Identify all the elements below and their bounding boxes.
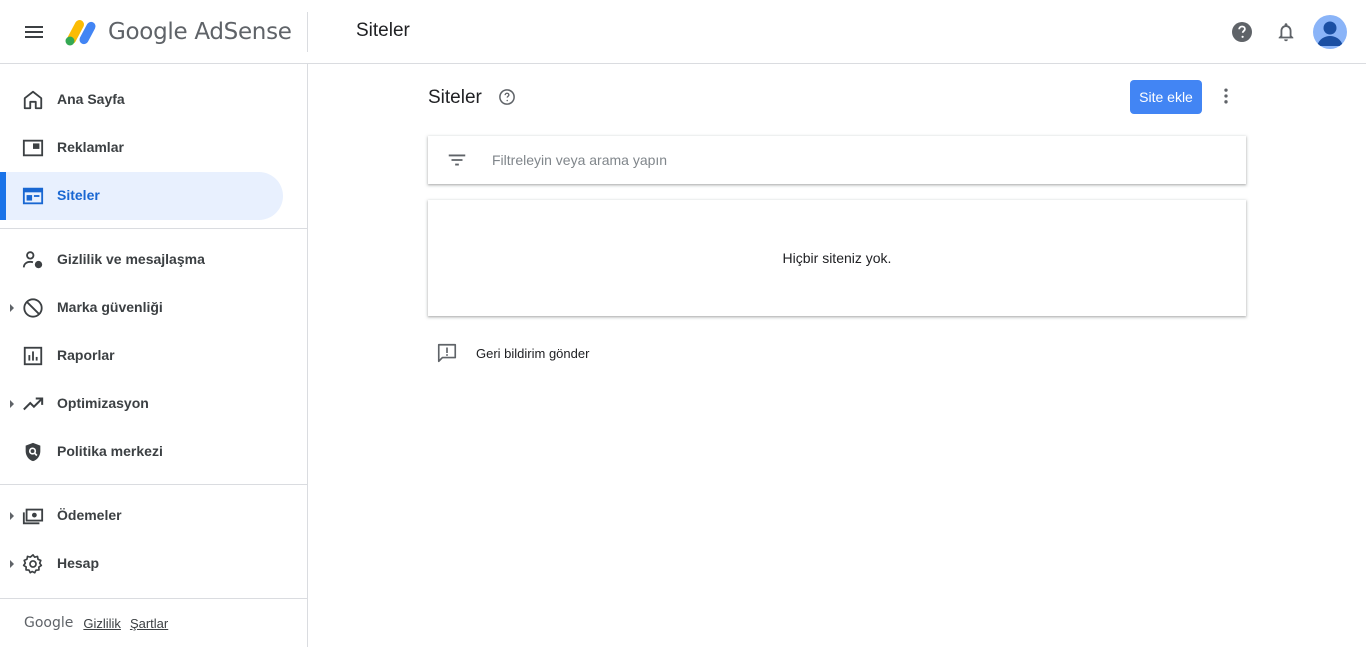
- sidebar-item-account[interactable]: Hesap: [0, 540, 283, 588]
- expand-caret-icon: [10, 512, 14, 520]
- sidebar-footer: Google Gizlilik Şartlar: [24, 615, 177, 631]
- sidebar-item-label: Ödemeler: [57, 507, 122, 523]
- sidebar-item-policy-center[interactable]: Politika merkezi: [0, 428, 283, 476]
- sidebar-item-label: Politika merkezi: [57, 443, 163, 459]
- hamburger-menu-icon: [25, 26, 43, 38]
- privacy-icon: [21, 248, 45, 272]
- sidebar-item-optimization[interactable]: Optimizasyon: [0, 380, 283, 428]
- sidebar-item-sites[interactable]: Siteler: [0, 172, 283, 220]
- sites-icon: [21, 184, 45, 208]
- filter-button[interactable]: [446, 149, 468, 171]
- sidebar-item-brand-safety[interactable]: Marka güvenliği: [0, 284, 283, 332]
- sidebar-item-label: Siteler: [57, 187, 100, 203]
- notifications-button[interactable]: [1270, 16, 1302, 48]
- sidebar-item-label: Gizlilik ve mesajlaşma: [57, 251, 205, 267]
- sidebar-item-privacy[interactable]: Gizlilik ve mesajlaşma: [0, 236, 283, 284]
- policy-shield-icon: [21, 440, 45, 464]
- filter-list-icon: [448, 154, 466, 166]
- page-title: Siteler: [428, 87, 482, 108]
- header-divider: [307, 12, 308, 52]
- reports-icon: [21, 344, 45, 368]
- account-avatar[interactable]: [1313, 15, 1347, 49]
- sidebar-item-label: Hesap: [57, 555, 100, 571]
- trending-up-icon: [21, 392, 45, 416]
- sidebar-item-label: Reklamlar: [57, 139, 124, 155]
- product-name: Google AdSense: [108, 19, 292, 45]
- user-avatar-icon: [1317, 21, 1343, 46]
- sidebar-item-label: Optimizasyon: [57, 395, 149, 411]
- expand-caret-icon: [10, 560, 14, 568]
- sidebar-item-payments[interactable]: Ödemeler: [0, 492, 283, 540]
- payments-icon: [21, 504, 45, 528]
- sidebar-item-ads[interactable]: Reklamlar: [0, 124, 283, 172]
- help-button[interactable]: [1226, 16, 1258, 48]
- sites-list-empty-state: Hiçbir siteniz yok.: [428, 200, 1246, 316]
- header-page-title: Siteler: [356, 20, 410, 41]
- expand-caret-icon: [10, 400, 14, 408]
- top-app-bar: Google AdSense Siteler: [0, 0, 1366, 64]
- empty-state-message: Hiçbir siteniz yok.: [782, 250, 892, 266]
- terms-link[interactable]: Şartlar: [130, 616, 168, 631]
- add-site-button[interactable]: Site ekle: [1130, 80, 1202, 114]
- feedback-label: Geri bildirim gönder: [476, 345, 590, 361]
- filter-bar: [428, 136, 1246, 184]
- sidebar-item-label: Raporlar: [57, 347, 115, 363]
- expand-caret-icon: [10, 304, 14, 312]
- block-icon: [21, 296, 45, 320]
- adsense-logo[interactable]: Google AdSense: [64, 14, 292, 50]
- feedback-icon: [437, 343, 457, 363]
- sidebar-divider: [0, 598, 307, 599]
- page-help-button[interactable]: [497, 87, 517, 107]
- home-icon: [21, 88, 45, 112]
- main-menu-button[interactable]: [14, 12, 54, 52]
- ads-icon: [21, 136, 45, 160]
- sidebar-divider: [0, 484, 307, 485]
- filter-search-input[interactable]: [492, 146, 1192, 174]
- sidebar-divider: [0, 228, 307, 229]
- privacy-link[interactable]: Gizlilik: [83, 616, 121, 631]
- adsense-logo-icon: [65, 19, 96, 46]
- more-options-button[interactable]: [1214, 84, 1238, 108]
- sidebar-item-label: Marka güvenliği: [57, 299, 163, 315]
- send-feedback-link[interactable]: Geri bildirim gönder: [436, 338, 589, 368]
- more-vert-icon: [1224, 88, 1228, 104]
- gear-icon: [21, 552, 45, 576]
- help-icon: [1232, 22, 1252, 42]
- sidebar-item-home[interactable]: Ana Sayfa: [0, 76, 283, 124]
- sidebar-item-reports[interactable]: Raporlar: [0, 332, 283, 380]
- help-outline-icon: [499, 89, 515, 105]
- bell-icon: [1278, 23, 1294, 42]
- sidebar-item-label: Ana Sayfa: [57, 91, 125, 107]
- sidebar-nav: Ana Sayfa Reklamlar Siteler Gizlilik ve …: [0, 64, 308, 647]
- google-wordmark: Google: [24, 615, 74, 631]
